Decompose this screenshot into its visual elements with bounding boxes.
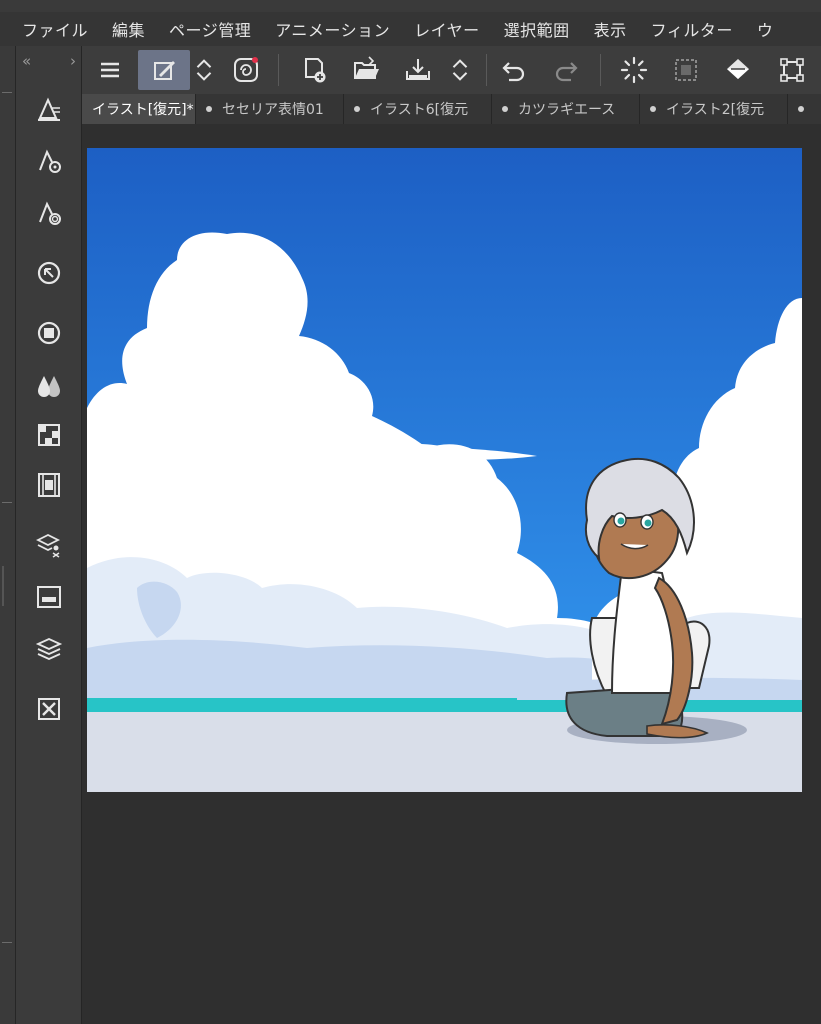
- save-icon[interactable]: [398, 50, 438, 90]
- scroll-updown-icon[interactable]: [446, 50, 474, 90]
- command-separator: [486, 54, 487, 86]
- color-set-icon[interactable]: [34, 420, 64, 450]
- collapse-left-icon[interactable]: «: [22, 52, 31, 72]
- clip-studio-window: ファイル 編集 ページ管理 アニメーション レイヤー 選択範囲 表示 フィルター…: [0, 0, 821, 1024]
- tab-dot-icon: [502, 106, 508, 112]
- tab-label: イラスト2[復元: [666, 102, 765, 118]
- left-dock-edge: [0, 46, 16, 1024]
- tab-katsuragi-ace[interactable]: カツラギエース: [492, 94, 640, 124]
- tab-label: カツラギエース: [518, 102, 616, 118]
- illustration-canvas[interactable]: [87, 148, 802, 792]
- layer-property-icon[interactable]: [34, 582, 64, 612]
- brush-size-icon[interactable]: [34, 198, 64, 228]
- tab-dot-icon: [650, 106, 656, 112]
- tab-illust-restored[interactable]: イラスト[復元]*: [82, 94, 196, 124]
- tab-overflow[interactable]: [788, 94, 821, 124]
- menu-icon[interactable]: [90, 50, 130, 90]
- selection-icon[interactable]: [666, 50, 706, 90]
- menu-bar: ファイル 編集 ページ管理 アニメーション レイヤー 選択範囲 表示 フィルター…: [0, 12, 821, 46]
- menu-layer[interactable]: レイヤー: [414, 17, 504, 41]
- undo-icon[interactable]: [494, 50, 534, 90]
- menu-filter[interactable]: フィルター: [651, 17, 757, 41]
- quick-access-icon[interactable]: [226, 50, 266, 90]
- document-tab-bar: イラスト[復元]* セセリア表情01 イラスト6[復元 カツラギエース イラスト…: [82, 94, 821, 124]
- sub-tool-icon[interactable]: [34, 318, 64, 348]
- animation-timeline-icon[interactable]: [34, 470, 64, 500]
- fill-icon[interactable]: [718, 50, 758, 90]
- menu-page[interactable]: ページ管理: [169, 17, 275, 41]
- tab-illust2[interactable]: イラスト2[復元: [640, 94, 788, 124]
- tab-dot-icon: [206, 106, 212, 112]
- tool-property-icon[interactable]: [34, 146, 64, 176]
- command-bar: [82, 46, 821, 94]
- navigator-icon[interactable]: [34, 258, 64, 288]
- transform-icon[interactable]: [772, 50, 812, 90]
- scroll-updown-icon[interactable]: [190, 50, 218, 90]
- material-icon[interactable]: [34, 530, 64, 560]
- menu-file[interactable]: ファイル: [22, 17, 112, 41]
- tab-label: イラスト6[復元: [370, 102, 469, 118]
- menu-window[interactable]: ウ: [757, 17, 798, 41]
- command-separator: [278, 54, 279, 86]
- tab-label: イラスト[復元]*: [92, 102, 194, 118]
- tab-label: セセリア表情01: [222, 102, 324, 118]
- canvas-workspace[interactable]: [82, 124, 821, 1024]
- collapse-right-icon[interactable]: ›: [70, 52, 76, 72]
- title-strip: [0, 0, 821, 12]
- sea: [87, 698, 802, 712]
- redo-icon[interactable]: [546, 50, 586, 90]
- tab-illust6[interactable]: イラスト6[復元: [344, 94, 492, 124]
- dock-divider: [2, 92, 12, 93]
- close-panel-icon[interactable]: [34, 694, 64, 724]
- tab-dot-icon: [354, 106, 360, 112]
- new-file-icon[interactable]: [294, 50, 334, 90]
- menu-edit[interactable]: 編集: [112, 17, 169, 41]
- tab-dot-icon: [798, 106, 804, 112]
- open-file-icon[interactable]: [346, 50, 386, 90]
- pen-tool-icon[interactable]: [34, 94, 64, 124]
- illustration-artwork: [87, 148, 802, 792]
- loading-icon[interactable]: [614, 50, 654, 90]
- tool-palette: « ›: [16, 46, 82, 1024]
- dock-divider: [2, 502, 12, 503]
- color-mix-icon[interactable]: [34, 370, 64, 400]
- edit-canvas-icon[interactable]: [138, 50, 190, 90]
- dock-divider: [2, 942, 12, 943]
- menu-animation[interactable]: アニメーション: [275, 17, 414, 41]
- tab-seseria-expression[interactable]: セセリア表情01: [196, 94, 344, 124]
- dock-handle[interactable]: [2, 566, 4, 606]
- menu-selection[interactable]: 選択範囲: [504, 17, 594, 41]
- menu-view[interactable]: 表示: [594, 17, 651, 41]
- layer-icon[interactable]: [34, 634, 64, 664]
- palette-collapse-row: « ›: [16, 52, 82, 72]
- command-separator: [600, 54, 601, 86]
